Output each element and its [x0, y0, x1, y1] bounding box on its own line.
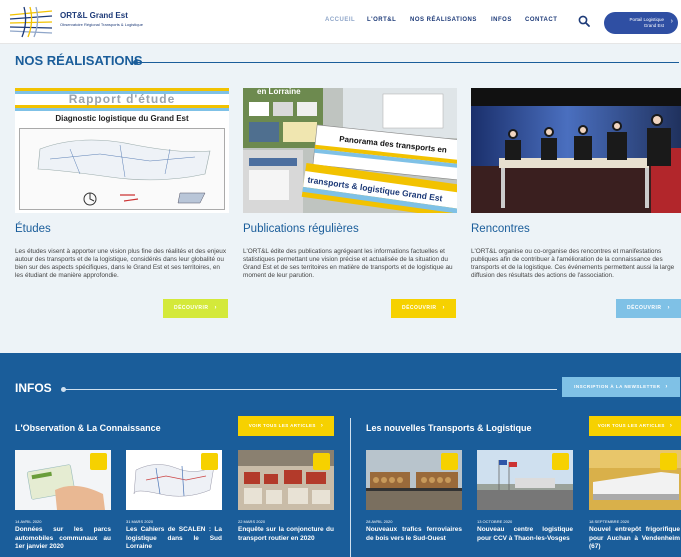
news-date: 22 MARS 2020 — [238, 519, 266, 524]
site-logo[interactable]: ORT&L Grand Est Observatoire Régional Tr… — [8, 5, 148, 39]
button-label: DÉCOUVRIR — [173, 305, 209, 311]
realisations-title: NOS RÉALISATIONS — [15, 53, 143, 68]
portal-button-line2: Grand Est — [643, 23, 664, 28]
chevron-right-icon: › — [667, 305, 670, 311]
column-divider — [350, 418, 351, 557]
conference-photo-icon — [471, 88, 681, 213]
news-date: 13 OCTOBRE 2020 — [477, 519, 513, 524]
news-title[interactable]: Nouveaux trafics ferroviaires de bois ve… — [366, 526, 462, 543]
nouvelles-column-title: Les nouvelles Transports & Logistique — [366, 423, 532, 433]
news-badge-icon — [201, 453, 218, 470]
news-badge-icon — [313, 453, 330, 470]
infos-section: INFOS INSCRIPTION À LA NEWSLETTER › L'Obs… — [0, 353, 681, 557]
nav-nos-realisations[interactable]: NOS RÉALISATIONS — [410, 17, 477, 23]
nav-accueil[interactable]: ACCUEIL — [325, 17, 355, 23]
portal-logistique-button[interactable]: Portail Logistique Grand Est › — [604, 12, 678, 34]
logo-title: ORT&L Grand Est — [60, 11, 128, 20]
chevron-right-icon: › — [320, 423, 324, 429]
button-label: DÉCOUVRIR — [401, 305, 437, 311]
publications-image[interactable]: en Lorraine Panorama des transports en t… — [243, 88, 457, 213]
etudes-text: Les études visent à apporter une vision … — [15, 248, 227, 280]
publication-corner-text: en Lorraine — [257, 88, 301, 96]
news-date: 14 AVRIL 2020 — [15, 519, 42, 524]
nav-infos[interactable]: INFOS — [491, 17, 512, 23]
chevron-right-icon: › — [214, 305, 217, 311]
etudes-title: Études — [15, 223, 51, 235]
news-image[interactable] — [238, 450, 334, 510]
news-image[interactable] — [589, 450, 681, 510]
chevron-right-icon: › — [670, 18, 673, 25]
observation-all-articles-button[interactable]: VOIR TOUS LES ARTICLES › — [238, 416, 334, 436]
button-label: INSCRIPTION À LA NEWSLETTER — [574, 384, 661, 389]
report-banner-title: Rapport d'étude — [68, 92, 176, 106]
chevron-right-icon: › — [442, 305, 445, 311]
news-badge-icon — [552, 453, 569, 470]
news-badge-icon — [660, 453, 677, 470]
rencontres-text: L'ORT&L organise ou co-organise des renc… — [471, 248, 675, 280]
news-image[interactable] — [477, 450, 573, 510]
etudes-discover-button[interactable]: DÉCOUVRIR › — [163, 299, 228, 318]
rencontres-discover-button[interactable]: DÉCOUVRIR › — [616, 299, 681, 318]
news-title[interactable]: Nouvel entrepôt frigorifique pour Auchan… — [589, 526, 680, 552]
rencontres-image[interactable] — [471, 88, 681, 213]
news-title[interactable]: Nouveau centre logistique pour CCV à Tha… — [477, 526, 573, 543]
etudes-image[interactable]: Rapport d'étude Diagnostic logistique du… — [15, 88, 229, 213]
infos-title: INFOS — [15, 381, 52, 395]
nouvelles-all-articles-button[interactable]: VOIR TOUS LES ARTICLES › — [589, 416, 681, 436]
news-badge-icon — [441, 453, 458, 470]
chevron-right-icon: › — [665, 384, 668, 390]
button-label: VOIR TOUS LES ARTICLES — [248, 423, 316, 428]
chevron-right-icon: › — [669, 423, 673, 429]
button-label: DÉCOUVRIR — [626, 305, 662, 311]
nav-ortl[interactable]: L'ORT&L — [367, 17, 396, 23]
news-image[interactable] — [366, 450, 462, 510]
news-title[interactable]: Les Cahiers de SCALEN : La logistique da… — [126, 526, 222, 552]
map-sketch-icon — [37, 139, 211, 206]
logo-subtitle: Observatoire Régional Transports & Logis… — [60, 22, 143, 27]
news-image[interactable] — [15, 450, 111, 510]
news-title[interactable]: Données sur les parcs automobiles commun… — [15, 526, 111, 552]
realisations-section: NOS RÉALISATIONS Rapport d'étude Diagnos… — [0, 44, 681, 353]
rencontres-title: Rencontres — [471, 223, 530, 235]
news-image[interactable] — [126, 450, 222, 510]
publications-text: L'ORT&L édite des publications agrégeant… — [243, 248, 453, 280]
button-label: VOIR TOUS LES ARTICLES — [597, 423, 665, 428]
newsletter-signup-button[interactable]: INSCRIPTION À LA NEWSLETTER › — [562, 377, 680, 397]
publications-discover-button[interactable]: DÉCOUVRIR › — [391, 299, 456, 318]
news-date: 31 MARS 2020 — [126, 519, 154, 524]
news-date: 28 AVRIL 2020 — [366, 519, 393, 524]
publications-title: Publications régulières — [243, 223, 359, 235]
logo-mark-icon — [9, 6, 53, 38]
search-icon[interactable] — [578, 15, 590, 27]
infos-divider — [61, 387, 557, 392]
site-header: ORT&L Grand Est Observatoire Régional Tr… — [0, 0, 681, 44]
report-map — [19, 128, 225, 210]
banner-stripe — [15, 108, 229, 111]
observation-column-title: L'Observation & La Connaissance — [15, 423, 161, 433]
nav-contact[interactable]: CONTACT — [525, 17, 557, 23]
news-badge-icon — [90, 453, 107, 470]
news-title[interactable]: Enquête sur la conjoncture du transport … — [238, 526, 334, 543]
news-date: 18 SEPTEMBRE 2020 — [589, 519, 630, 524]
title-divider — [133, 60, 679, 65]
report-subtitle: Diagnostic logistique du Grand Est — [55, 114, 189, 123]
